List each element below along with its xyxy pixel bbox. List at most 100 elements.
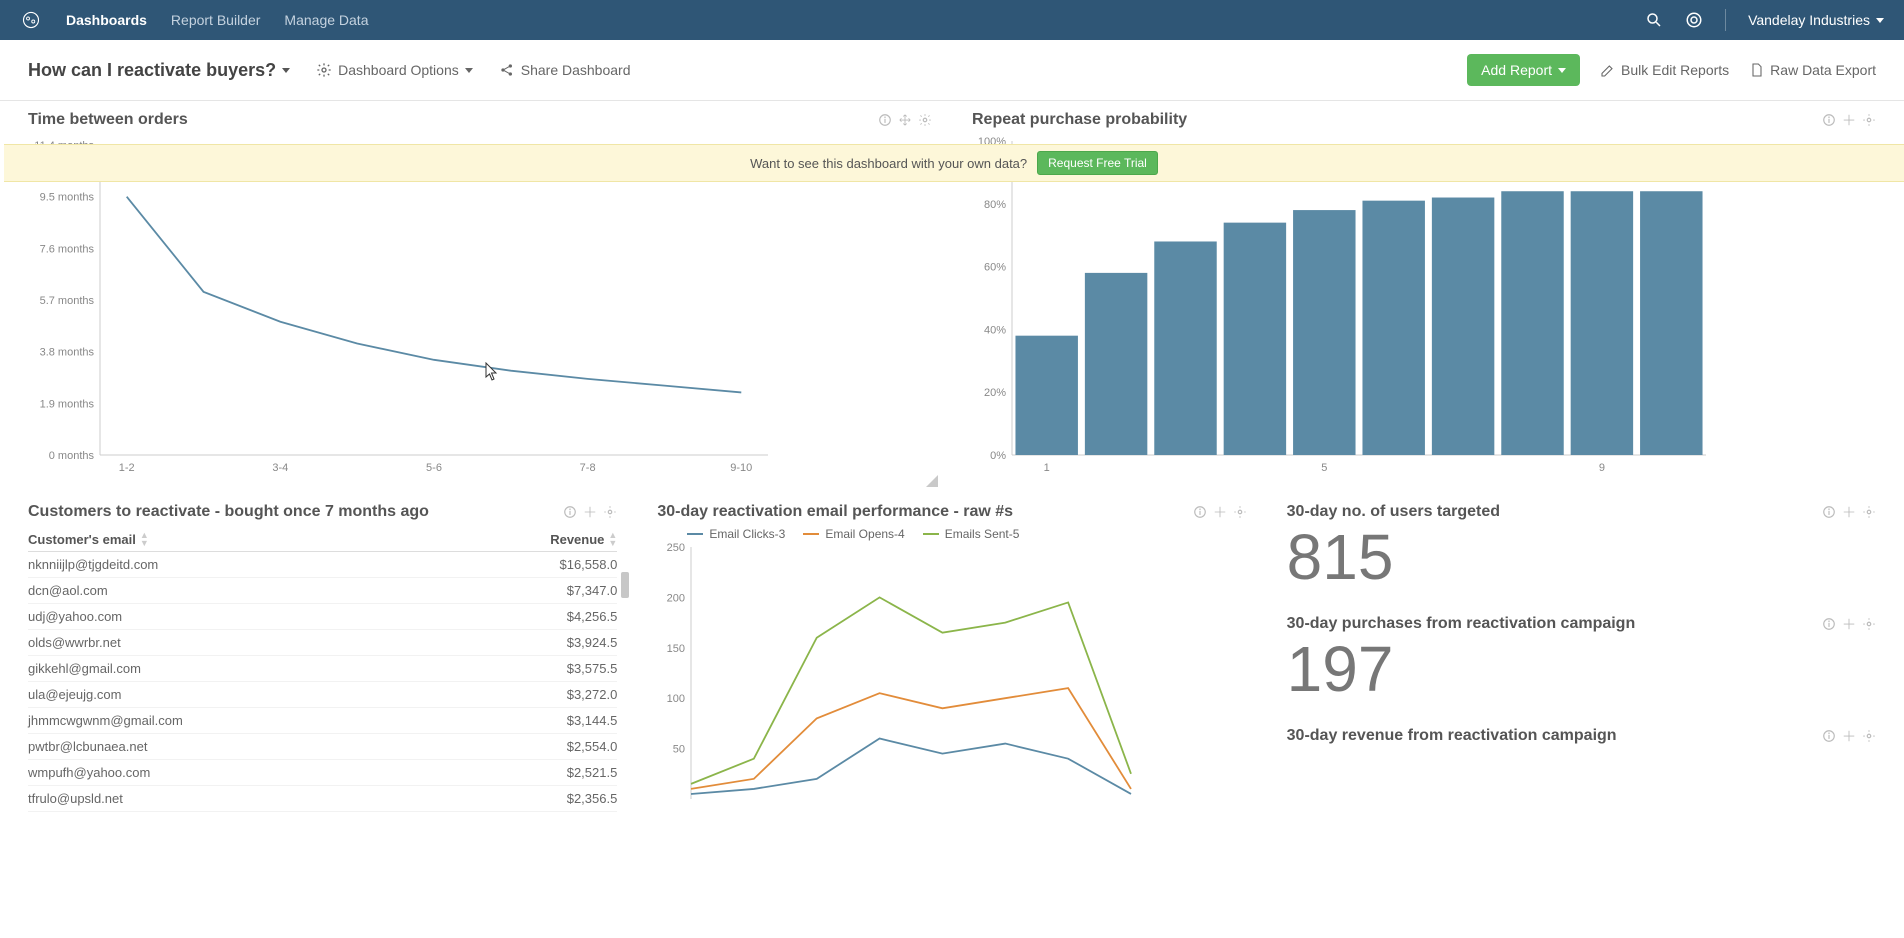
cell-revenue: $3,924.5 (567, 635, 618, 650)
widget-title: 30-day reactivation email performance - … (657, 503, 1013, 521)
line-chart-svg: 0 months1.9 months3.8 months5.7 months7.… (28, 135, 778, 485)
legend-item-clicks[interactable]: Email Clicks-3 (687, 527, 785, 541)
gear-icon[interactable] (1233, 505, 1247, 519)
svg-text:5.7 months: 5.7 months (40, 295, 95, 307)
add-report-button[interactable]: Add Report (1467, 54, 1580, 86)
gear-icon[interactable] (1862, 729, 1876, 743)
move-icon[interactable] (898, 113, 912, 127)
widget-action-icons (878, 113, 932, 127)
table-row[interactable]: olds@wwrbr.net$3,924.5 (28, 630, 617, 656)
gear-icon[interactable] (1862, 617, 1876, 631)
svg-text:0 months: 0 months (49, 450, 95, 462)
help-icon[interactable] (1685, 11, 1703, 29)
bulk-edit-reports-link[interactable]: Bulk Edit Reports (1600, 62, 1729, 78)
gear-icon[interactable] (918, 113, 932, 127)
banner-text: Want to see this dashboard with your own… (750, 156, 1027, 171)
share-label: Share Dashboard (521, 62, 631, 78)
chevron-down-icon (282, 68, 290, 73)
move-icon[interactable] (1842, 617, 1856, 631)
legend-item-opens[interactable]: Email Opens-4 (803, 527, 904, 541)
cell-email: jhmmcwgwnm@gmail.com (28, 713, 183, 728)
nav-manage-data[interactable]: Manage Data (284, 12, 368, 28)
table-row[interactable]: dcn@aol.com$7,347.0 (28, 578, 617, 604)
widget-header: Customers to reactivate - bought once 7 … (28, 503, 617, 521)
info-icon[interactable] (1193, 505, 1207, 519)
legend-item-sent[interactable]: Emails Sent-5 (923, 527, 1020, 541)
kpi-purchases: 30-day purchases from reactivation campa… (1287, 615, 1876, 701)
gear-icon (316, 62, 332, 78)
widget-action-icons (1822, 113, 1876, 127)
svg-text:150: 150 (667, 643, 685, 655)
kpi-title: 30-day no. of users targeted (1287, 503, 1876, 521)
toolbar-right: Add Report Bulk Edit Reports Raw Data Ex… (1467, 54, 1876, 86)
info-icon[interactable] (1822, 729, 1836, 743)
info-icon[interactable] (1822, 113, 1836, 127)
company-dropdown[interactable]: Vandelay Industries (1748, 12, 1884, 28)
move-icon[interactable] (583, 505, 597, 519)
chart-legend: Email Clicks-3 Email Opens-4 Emails Sent… (657, 527, 1246, 541)
widget-action-icons (1193, 505, 1247, 519)
widget-action-icons (563, 505, 617, 519)
move-icon[interactable] (1213, 505, 1227, 519)
info-icon[interactable] (1822, 617, 1836, 631)
scrollbar-thumb[interactable] (621, 572, 629, 598)
app-logo-icon[interactable] (20, 9, 42, 31)
kpi-value: 815 (1287, 525, 1876, 589)
svg-text:3.8 months: 3.8 months (40, 347, 95, 359)
table-row[interactable]: gikkehl@gmail.com$3,575.5 (28, 656, 617, 682)
search-icon[interactable] (1645, 11, 1663, 29)
cell-email: udj@yahoo.com (28, 609, 122, 624)
svg-text:50: 50 (673, 744, 685, 756)
svg-text:9-10: 9-10 (730, 462, 752, 474)
raw-data-export-link[interactable]: Raw Data Export (1749, 62, 1876, 78)
dashboard-row-2: Customers to reactivate - bought once 7 … (28, 503, 1876, 812)
move-icon[interactable] (1842, 505, 1856, 519)
table-row[interactable]: pwtbr@lcbunaea.net$2,554.0 (28, 734, 617, 760)
column-header-email[interactable]: Customer's email ▲▼ (28, 531, 149, 547)
nav-report-builder[interactable]: Report Builder (171, 12, 261, 28)
move-icon[interactable] (1842, 729, 1856, 743)
dashboard-toolbar: How can I reactivate buyers? Dashboard O… (0, 40, 1904, 101)
top-nav: Dashboards Report Builder Manage Data Va… (0, 0, 1904, 40)
table-row[interactable]: jhmmcwgwnm@gmail.com $3,144.5 (28, 708, 617, 734)
table-row[interactable]: tfrulo@upsld.net$2,356.5 (28, 786, 617, 812)
table-row[interactable]: udj@yahoo.com$4,256.5 (28, 604, 617, 630)
kpi-title: 30-day revenue from reactivation campaig… (1287, 727, 1876, 745)
cell-revenue: $7,347.0 (567, 583, 618, 598)
nav-dashboards[interactable]: Dashboards (66, 12, 147, 28)
info-icon[interactable] (563, 505, 577, 519)
svg-text:60%: 60% (984, 262, 1006, 274)
dashboard-options-dropdown[interactable]: Dashboard Options (316, 62, 473, 78)
cell-revenue: $3,144.5 (567, 713, 618, 728)
gear-icon[interactable] (603, 505, 617, 519)
request-trial-button[interactable]: Request Free Trial (1037, 151, 1158, 175)
table-row[interactable]: nknniijlp@tjgdeitd.com$16,558.0 (28, 552, 617, 578)
kpi-value: 197 (1287, 637, 1876, 701)
widget-title: Time between orders (28, 111, 188, 129)
svg-text:20%: 20% (984, 387, 1006, 399)
file-icon (1749, 62, 1765, 78)
widget-header: Time between orders (28, 111, 932, 129)
gear-icon[interactable] (1862, 505, 1876, 519)
dashboard-body: Time between orders 0 months1.9 months3.… (0, 101, 1904, 832)
svg-text:200: 200 (667, 592, 685, 604)
svg-text:0%: 0% (990, 450, 1006, 462)
info-icon[interactable] (878, 113, 892, 127)
cell-revenue: $2,554.0 (567, 739, 618, 754)
column-header-revenue[interactable]: Revenue ▲▼ (550, 531, 617, 547)
table-row[interactable]: wmpufh@yahoo.com$2,521.5 (28, 760, 617, 786)
cell-email: tfrulo@upsld.net (28, 791, 123, 806)
move-icon[interactable] (1842, 113, 1856, 127)
info-icon[interactable] (1822, 505, 1836, 519)
table-row[interactable]: ula@ejeujg.com$3,272.0 (28, 682, 617, 708)
gear-icon[interactable] (1862, 113, 1876, 127)
company-name: Vandelay Industries (1748, 12, 1870, 28)
dashboard-title-dropdown[interactable]: How can I reactivate buyers? (28, 60, 290, 81)
svg-text:7.6 months: 7.6 months (40, 243, 95, 255)
sort-icon: ▲▼ (140, 531, 149, 547)
svg-text:3-4: 3-4 (272, 462, 288, 474)
chevron-down-icon (1876, 18, 1884, 23)
share-dashboard-button[interactable]: Share Dashboard (499, 62, 631, 78)
svg-text:5: 5 (1321, 462, 1327, 474)
resize-handle[interactable] (926, 475, 938, 487)
